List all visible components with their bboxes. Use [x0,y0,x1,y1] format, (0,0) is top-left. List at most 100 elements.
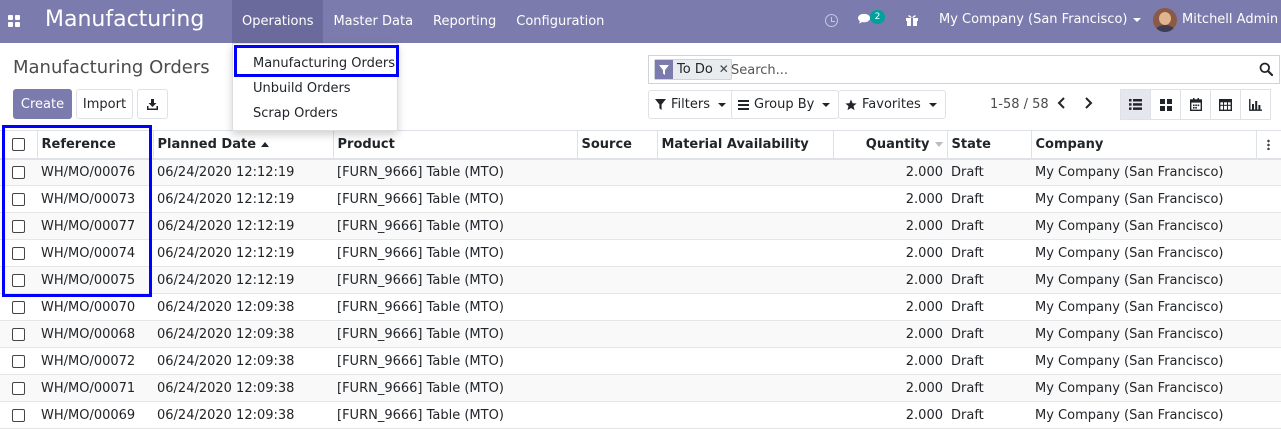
favorites-label: Favorites [862,97,921,112]
list-view-icon[interactable] [1120,89,1151,120]
company-switcher[interactable]: My Company (San Francisco) [939,12,1142,27]
menu-item-manufacturing-orders[interactable]: Manufacturing Orders [233,51,397,76]
column-material-availability-label: Material Availability [661,136,809,152]
view-switcher [1120,89,1271,120]
row-checkbox[interactable] [12,354,25,368]
cell-source [577,185,657,213]
table-row[interactable]: WH/MO/00074 06/24/2020 12:12:19 [FURN_9666… [0,239,1281,267]
kanban-view-icon[interactable] [1150,89,1181,120]
column-product-label: Product [337,136,395,152]
cell-reference: WH/MO/00072 [37,347,153,375]
row-checkbox-cell[interactable] [0,158,37,186]
column-state[interactable]: State [946,130,1031,160]
cell-state: Draft [947,401,1031,429]
row-checkbox[interactable] [12,219,25,233]
row-checkbox-cell[interactable] [0,293,37,321]
calendar-view-icon[interactable] [1180,89,1211,120]
table-row[interactable]: WH/MO/00069 06/24/2020 12:09:38 [FURN_9666… [0,401,1281,429]
table-row[interactable]: WH/MO/00076 06/24/2020 12:12:19 [FURN_9666… [0,158,1281,186]
user-avatar[interactable] [1153,8,1177,32]
table-row[interactable]: WH/MO/00068 06/24/2020 12:09:38 [FURN_9666… [0,320,1281,348]
row-checkbox[interactable] [12,165,25,179]
pager-value[interactable]: 1-58 / 58 [990,97,1049,112]
top-navbar: Manufacturing Operations Master Data Rep… [0,0,1281,43]
menu-item-unbuild-orders[interactable]: Unbuild Orders [233,76,397,101]
cell-product: [FURN_9666] Table (MTO) [333,320,577,348]
column-planned-date[interactable]: Planned Date [152,130,333,160]
column-quantity[interactable]: Quantity [832,130,947,160]
row-checkbox-cell[interactable] [0,347,37,375]
row-checkbox-cell[interactable] [0,239,37,267]
row-checkbox-cell[interactable] [0,212,37,240]
search-icon[interactable] [1259,62,1273,76]
cell-planned-date: 06/24/2020 12:12:19 [153,212,333,240]
pivot-view-icon[interactable] [1210,89,1241,120]
cell-quantity: 2.000 [833,293,947,321]
activity-clock-icon[interactable] [825,14,838,27]
export-button[interactable] [137,89,168,119]
menu-configuration[interactable]: Configuration [506,0,614,43]
gift-icon[interactable] [905,13,919,27]
menu-operations[interactable]: Operations [232,0,324,43]
cell-reference: WH/MO/00073 [37,185,153,213]
column-material-availability[interactable]: Material Availability [656,130,833,160]
row-checkbox-cell[interactable] [0,374,37,402]
pager-next-icon[interactable] [1081,95,1095,111]
row-checkbox[interactable] [12,192,25,206]
cell-state: Draft [947,239,1031,267]
row-checkbox[interactable] [12,381,25,395]
row-spacer-cell [1256,347,1281,375]
cell-product: [FURN_9666] Table (MTO) [333,293,577,321]
table-row[interactable]: WH/MO/00075 06/24/2020 12:12:19 [FURN_9666… [0,266,1281,294]
app-title[interactable]: Manufacturing [45,7,204,32]
pager-previous-icon[interactable] [1055,95,1069,111]
row-checkbox[interactable] [12,246,25,260]
row-checkbox-cell[interactable] [0,266,37,294]
select-all-checkbox[interactable] [12,137,25,151]
manufacturing-orders-table: Reference Planned Date Product Source Ma… [0,130,1281,429]
import-button[interactable]: Import [76,89,133,119]
column-company-label: Company [1035,136,1104,152]
select-all-checkbox-cell[interactable] [0,130,37,160]
download-icon [147,98,158,110]
row-checkbox[interactable] [12,408,25,422]
graph-view-icon[interactable] [1240,89,1271,120]
column-source[interactable]: Source [576,130,657,160]
row-checkbox[interactable] [12,300,25,314]
row-checkbox[interactable] [12,273,25,287]
menu-reporting[interactable]: Reporting [423,0,506,43]
filters-dropdown[interactable]: Filters [648,90,735,119]
menu-master-data[interactable]: Master Data [323,0,423,43]
cell-state: Draft [947,212,1031,240]
row-spacer-cell [1256,293,1281,321]
row-checkbox[interactable] [12,327,25,341]
table-row[interactable]: WH/MO/00073 06/24/2020 12:12:19 [FURN_9666… [0,185,1281,213]
optional-columns-toggle[interactable] [1255,130,1281,160]
apps-menu-icon[interactable] [8,15,20,27]
column-company[interactable]: Company [1030,130,1256,160]
sort-indicator-icon [934,141,943,147]
table-row[interactable]: WH/MO/00072 06/24/2020 12:09:38 [FURN_9666… [0,347,1281,375]
column-reference[interactable]: Reference [36,130,153,160]
cell-source [577,401,657,429]
favorites-dropdown[interactable]: Favorites [838,90,946,119]
row-spacer-cell [1256,185,1281,213]
table-row[interactable]: WH/MO/00070 06/24/2020 12:09:38 [FURN_9666… [0,293,1281,321]
table-row[interactable]: WH/MO/00077 06/24/2020 12:12:19 [FURN_9666… [0,212,1281,240]
cell-state: Draft [947,185,1031,213]
remove-facet-icon[interactable]: ✕ [716,60,731,79]
row-checkbox-cell[interactable] [0,401,37,429]
row-checkbox-cell[interactable] [0,320,37,348]
menu-item-scrap-orders[interactable]: Scrap Orders [233,101,397,126]
column-source-label: Source [581,136,632,152]
row-checkbox-cell[interactable] [0,185,37,213]
create-button[interactable]: Create [13,89,72,119]
cell-state: Draft [947,293,1031,321]
table-row[interactable]: WH/MO/00071 06/24/2020 12:09:38 [FURN_9666… [0,374,1281,402]
search-input[interactable] [731,60,1241,80]
column-product[interactable]: Product [332,130,577,160]
group-by-dropdown[interactable]: Group By [731,90,840,119]
sort-ascending-icon [261,141,270,147]
user-menu[interactable]: Mitchell Admin [1182,12,1278,27]
cell-reference: WH/MO/00069 [37,401,153,429]
